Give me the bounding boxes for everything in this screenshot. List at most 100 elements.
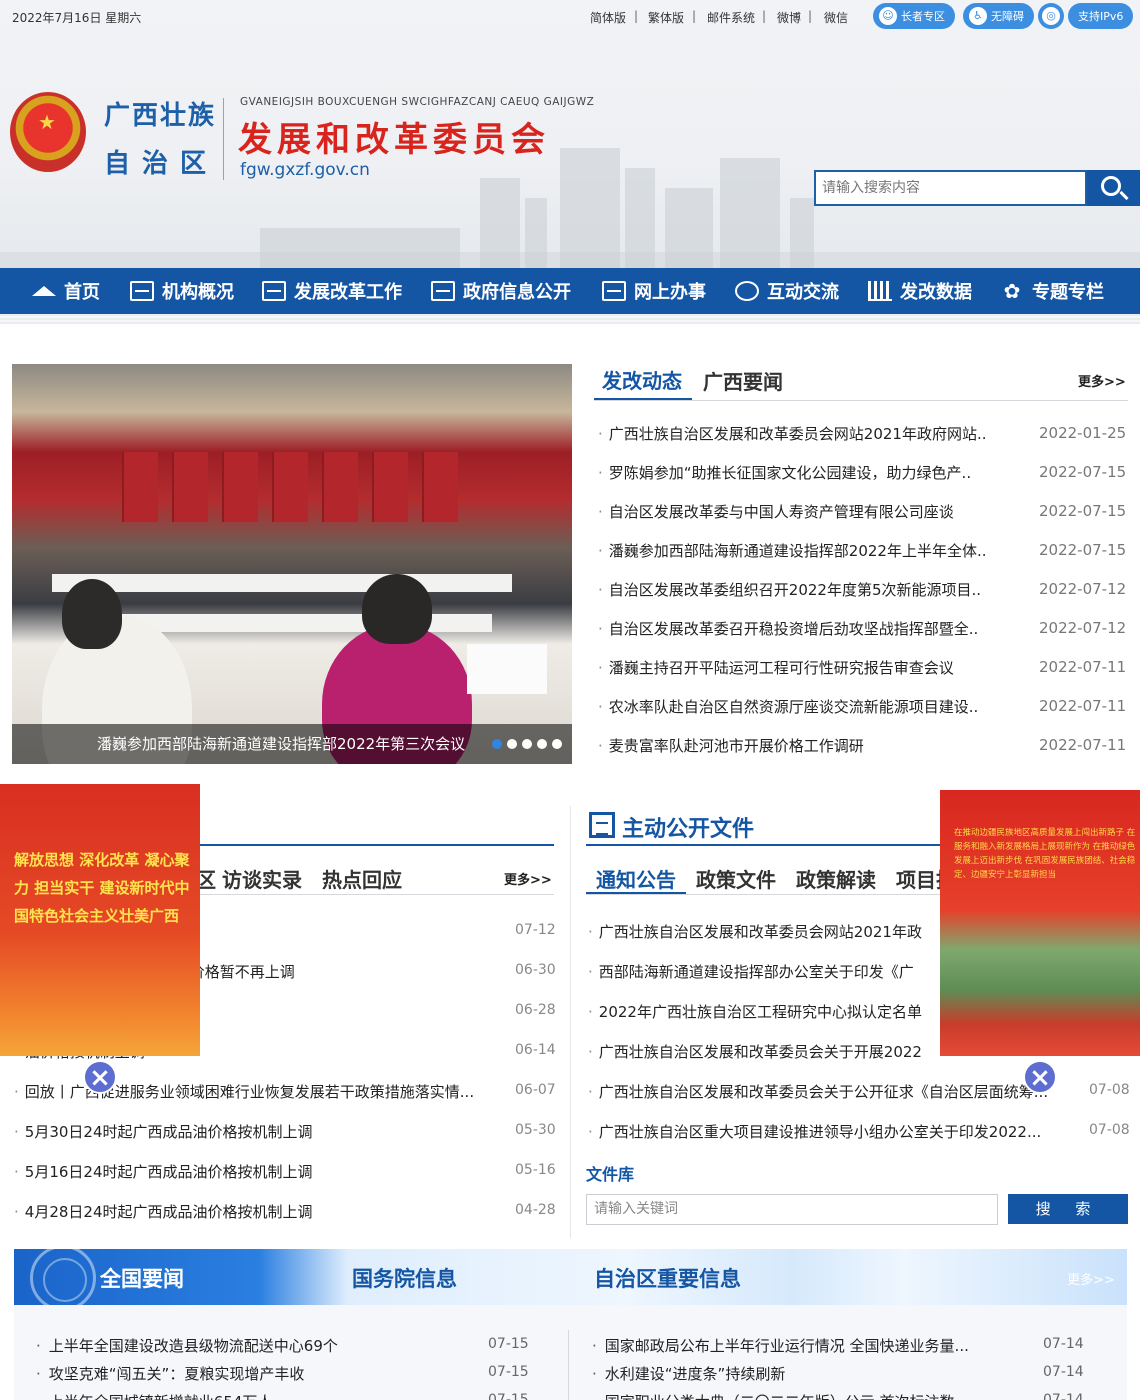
tab-region-info[interactable]: 自治区重要信息 bbox=[594, 1263, 741, 1293]
item-title: 罗陈娟参加“助推长征国家文化公园建设，助力绿色产.. bbox=[608, 464, 972, 482]
nav-topics[interactable]: ✿ 专题专栏 bbox=[1000, 268, 1104, 314]
interact-more-link[interactable]: 更多>> bbox=[504, 869, 552, 888]
accessibility-button[interactable]: ♿ 无障碍 bbox=[963, 3, 1034, 29]
interact-item[interactable]: · 4月28日24时起广西成品油价格按机制上调 bbox=[14, 1201, 506, 1222]
item-title: 攻坚克难“闯五关”：夏粮实现增产丰收 bbox=[48, 1365, 305, 1383]
interact-item[interactable]: · 5月30日24时起广西成品油价格按机制上调 bbox=[14, 1121, 506, 1142]
tab-hot-responses[interactable]: 热点回应 bbox=[322, 864, 402, 893]
close-icon[interactable]: × bbox=[83, 1060, 117, 1094]
item-date: 06-14 bbox=[515, 1042, 556, 1058]
tab-policy-interpretation[interactable]: 政策解读 bbox=[796, 864, 876, 893]
search-icon bbox=[1101, 176, 1121, 196]
nav-home[interactable]: 首页 bbox=[32, 268, 100, 314]
tab-guangxi-news[interactable]: 广西要闻 bbox=[703, 366, 783, 395]
file-library-search-button[interactable]: 搜 索 bbox=[1008, 1194, 1128, 1224]
site-search-input[interactable]: 请输入搜索内容 bbox=[814, 170, 1087, 206]
item-date: 2022-07-12 bbox=[1039, 580, 1127, 598]
floating-ad-left[interactable]: 解放思想 深化改革 凝心聚力 担当实干 建设新时代中国特色社会主义壮美广西 bbox=[0, 784, 200, 1056]
site-search-button[interactable] bbox=[1087, 170, 1140, 206]
item-date: 04-28 bbox=[515, 1202, 556, 1218]
bullet-icon: · bbox=[592, 1393, 597, 1400]
nav-online-services[interactable]: 网上办事 bbox=[602, 268, 706, 314]
banner-more-link[interactable]: 更多>> bbox=[1067, 1269, 1115, 1288]
news-item[interactable]: · 潘巍主持召开平陆运河工程可行性研究报告审查会议 bbox=[598, 657, 1012, 678]
slider-dot[interactable] bbox=[537, 739, 547, 749]
news-category-banner: 全国要闻 国务院信息 自治区重要信息 更多>> bbox=[14, 1249, 1127, 1305]
item-date: 06-07 bbox=[515, 1082, 556, 1098]
divider: | bbox=[762, 9, 767, 23]
globe-button[interactable]: ◎ bbox=[1038, 3, 1064, 29]
nav-label: 发展改革工作 bbox=[294, 282, 402, 303]
nav-label: 首页 bbox=[64, 282, 100, 303]
nav-gov-info[interactable]: 政府信息公开 bbox=[431, 268, 571, 314]
news-item[interactable]: · 自治区发展改革委召开稳投资增后劲攻坚战指挥部暨全.. bbox=[598, 618, 1012, 639]
news-slider[interactable]: 潘巍参加西部陆海新通道建设指挥部2022年第三次会议 bbox=[12, 364, 572, 764]
doc-item[interactable]: · 广西壮族自治区重大项目建设推进领导小组办公室关于印发2022... bbox=[588, 1121, 1078, 1142]
bullet-icon: · bbox=[14, 1163, 19, 1181]
item-title: 上半年全国建设改造县级物流配送中心69个 bbox=[48, 1337, 338, 1355]
main-nav: 首页 机构概况 发展改革工作 政府信息公开 网上办事 互动交流 发改数据 ✿ 专… bbox=[0, 268, 1140, 314]
site-domain: fgw.gxzf.gov.cn bbox=[240, 160, 370, 180]
ipv6-badge[interactable]: 支持IPv6 bbox=[1068, 3, 1134, 29]
news-item[interactable]: · 潘巍参加西部陆海新通道建设指挥部2022年上半年全体.. bbox=[598, 540, 1012, 561]
nav-label: 机构概况 bbox=[162, 282, 234, 303]
tab-interviews[interactable]: 访谈实录 bbox=[222, 864, 302, 893]
item-title: 广西壮族自治区发展和改革委员会网站2021年政 bbox=[598, 923, 922, 941]
item-date: 05-30 bbox=[515, 1122, 556, 1138]
bullet-icon: · bbox=[598, 503, 603, 521]
national-news-item[interactable]: · 攻坚克难“闯五关”：夏粮实现增产丰收 bbox=[36, 1363, 466, 1384]
nav-reform-work[interactable]: 发展改革工作 bbox=[262, 268, 402, 314]
close-icon[interactable]: × bbox=[1023, 1060, 1057, 1094]
bullet-icon: · bbox=[598, 659, 603, 677]
item-title: 广西壮族自治区发展和改革委员会网站2021年政府网站.. bbox=[608, 425, 987, 443]
news-item[interactable]: · 麦贵富率队赴河池市开展价格工作调研 bbox=[598, 735, 1012, 756]
file-library-search-input[interactable]: 请输入关键词 bbox=[586, 1194, 998, 1225]
tab-notices[interactable]: 通知公告 bbox=[596, 864, 676, 893]
bullet-icon: · bbox=[592, 1337, 597, 1355]
nav-interaction[interactable]: 互动交流 bbox=[735, 268, 839, 314]
link-traditional[interactable]: 繁体版 bbox=[648, 9, 684, 26]
news-item[interactable]: · 自治区发展改革委与中国人寿资产管理有限公司座谈 bbox=[598, 501, 1012, 522]
elder-zone-button[interactable]: ☺ 长者专区 bbox=[873, 3, 955, 29]
slider-dot[interactable] bbox=[552, 739, 562, 749]
news-item[interactable]: · 自治区发展改革委组织召开2022年度第5次新能源项目.. bbox=[598, 579, 1012, 600]
tab-national-news[interactable]: 全国要闻 bbox=[100, 1263, 184, 1293]
slider-caption[interactable]: 潘巍参加西部陆海新通道建设指挥部2022年第三次会议 bbox=[97, 733, 465, 754]
bullet-icon: · bbox=[36, 1337, 41, 1355]
item-title: 广西壮族自治区发展和改革委员会关于开展2022 bbox=[598, 1043, 922, 1061]
national-news-item[interactable]: · 国家邮政局公布上半年行业运行情况 全国快递业务量... bbox=[592, 1335, 1012, 1356]
national-news-item[interactable]: · 上半年全国建设改造县级物流配送中心69个 bbox=[36, 1335, 466, 1356]
bullet-icon: · bbox=[598, 464, 603, 482]
interact-item[interactable]: · 5月16日24时起广西成品油价格按机制上调 bbox=[14, 1161, 506, 1182]
news-item[interactable]: · 农冰率队赴自治区自然资源厅座谈交流新能源项目建设.. bbox=[598, 696, 1012, 717]
tab-policy-files[interactable]: 政策文件 bbox=[696, 864, 776, 893]
nav-label: 政府信息公开 bbox=[463, 282, 571, 303]
news-item[interactable]: · 罗陈娟参加“助推长征国家文化公园建设，助力绿色产.. bbox=[598, 462, 1012, 483]
slider-dot[interactable] bbox=[492, 739, 502, 749]
nav-about[interactable]: 机构概况 bbox=[130, 268, 234, 314]
nav-data[interactable]: 发改数据 bbox=[868, 268, 972, 314]
news-more-link[interactable]: 更多>> bbox=[1078, 371, 1126, 390]
link-wechat[interactable]: 微信 bbox=[824, 9, 848, 26]
national-news-item[interactable]: · 国家职业分类大典（二〇二二年版）公示 首次标注数 bbox=[592, 1391, 1012, 1400]
national-news-item[interactable]: · 上半年全国城镇新增就业654万人 bbox=[36, 1391, 466, 1400]
link-weibo[interactable]: 微博 bbox=[777, 9, 801, 26]
tab-state-council[interactable]: 国务院信息 bbox=[352, 1263, 457, 1293]
item-title: 农冰率队赴自治区自然资源厅座谈交流新能源项目建设.. bbox=[608, 698, 979, 716]
national-news-item[interactable]: · 水利建设“进度条”持续刷新 bbox=[592, 1363, 1012, 1384]
news-item[interactable]: · 广西壮族自治区发展和改革委员会网站2021年政府网站.. bbox=[598, 423, 1012, 444]
item-date: 2022-07-11 bbox=[1039, 736, 1127, 754]
link-simplified[interactable]: 简体版 bbox=[590, 9, 626, 26]
doc-item[interactable]: · 广西壮族自治区发展和改革委员会关于公开征求《自治区层面统筹... bbox=[588, 1081, 1078, 1102]
item-date: 06-28 bbox=[515, 1002, 556, 1018]
current-date: 2022年7月16日 星期六 bbox=[12, 11, 142, 25]
link-mail[interactable]: 邮件系统 bbox=[707, 9, 755, 26]
picture-icon bbox=[130, 281, 154, 301]
slider-dot[interactable] bbox=[522, 739, 532, 749]
bullet-icon: · bbox=[588, 1083, 593, 1101]
floating-ad-right[interactable]: 在推动边疆民族地区高质量发展上闯出新路子 在服务和融入新发展格局上展现新作为 在… bbox=[940, 790, 1140, 1056]
tab-reform-news[interactable]: 发改动态 bbox=[602, 365, 682, 394]
item-date: 07-15 bbox=[488, 1392, 529, 1400]
slider-dot[interactable] bbox=[507, 739, 517, 749]
server-icon bbox=[431, 281, 455, 301]
